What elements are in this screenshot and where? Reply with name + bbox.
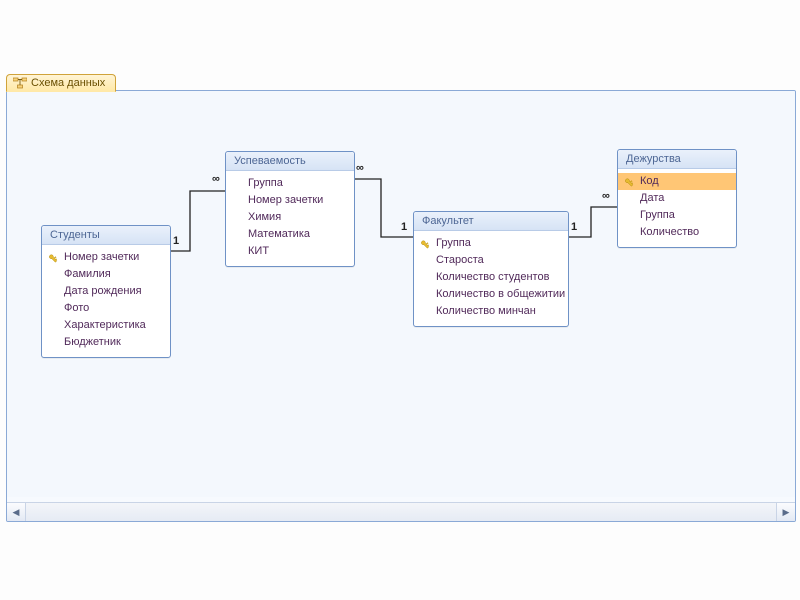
field-row[interactable]: Химия xyxy=(226,209,354,226)
tab-title: Схема данных xyxy=(31,77,105,89)
field-row[interactable]: Код xyxy=(618,173,736,190)
field-label: Количество в общежитии xyxy=(436,287,565,302)
field-label: Химия xyxy=(248,210,281,225)
field-label: Дата рождения xyxy=(64,284,142,299)
field-row[interactable]: Дата xyxy=(618,190,736,207)
primary-key-icon xyxy=(420,238,432,250)
field-row[interactable]: Дата рождения xyxy=(42,283,170,300)
field-label: Дата xyxy=(640,191,664,206)
field-row[interactable]: Характеристика xyxy=(42,317,170,334)
field-label: Группа xyxy=(640,208,675,223)
field-label: Номер зачетки xyxy=(248,193,323,208)
cardinality-many: ∞ xyxy=(602,190,610,202)
field-label: Номер зачетки xyxy=(64,250,139,265)
field-label: Количество xyxy=(640,225,699,240)
field-row[interactable]: Группа xyxy=(618,207,736,224)
field-row[interactable]: Группа xyxy=(414,235,568,252)
entity-title: Студенты xyxy=(42,226,170,245)
field-label: Код xyxy=(640,174,659,189)
field-label: Количество студентов xyxy=(436,270,549,285)
entity-faculty[interactable]: Факультет Группа Староста Количество сту… xyxy=(413,211,569,327)
scroll-left-button[interactable]: ◀ xyxy=(7,503,26,521)
field-label: Фото xyxy=(64,301,89,316)
tab-schema[interactable]: Схема данных xyxy=(6,74,116,92)
diagram-frame: 1 ∞ ∞ 1 1 ∞ Студенты Номер зачетки Фамил… xyxy=(6,90,796,522)
scroll-right-button[interactable]: ▶ xyxy=(776,503,795,521)
field-label: КИТ xyxy=(248,244,269,259)
field-row[interactable]: Староста xyxy=(414,252,568,269)
field-row[interactable]: КИТ xyxy=(226,243,354,260)
entity-title: Дежурства xyxy=(618,150,736,169)
entity-title: Факультет xyxy=(414,212,568,231)
field-label: Математика xyxy=(248,227,310,242)
primary-key-icon xyxy=(624,176,636,188)
entity-students[interactable]: Студенты Номер зачетки Фамилия Дата рожд… xyxy=(41,225,171,358)
field-row[interactable]: Количество xyxy=(618,224,736,241)
field-row[interactable]: Математика xyxy=(226,226,354,243)
cardinality-one: 1 xyxy=(173,235,179,247)
field-row[interactable]: Фамилия xyxy=(42,266,170,283)
field-label: Бюджетник xyxy=(64,335,121,350)
entity-body: Номер зачетки Фамилия Дата рождения Фото… xyxy=(42,245,170,357)
field-row[interactable]: Фото xyxy=(42,300,170,317)
cardinality-one: 1 xyxy=(571,221,577,233)
entity-progress[interactable]: Успеваемость Группа Номер зачетки Химия … xyxy=(225,151,355,267)
entity-body: Группа Староста Количество студентов Кол… xyxy=(414,231,568,326)
chevron-right-icon: ▶ xyxy=(783,507,790,518)
field-label: Группа xyxy=(436,236,471,251)
field-row[interactable]: Количество в общежитии xyxy=(414,286,568,303)
diagram-canvas[interactable]: 1 ∞ ∞ 1 1 ∞ Студенты Номер зачетки Фамил… xyxy=(7,91,795,497)
field-row[interactable]: Количество студентов xyxy=(414,269,568,286)
cardinality-one: 1 xyxy=(401,221,407,233)
field-row[interactable]: Номер зачетки xyxy=(226,192,354,209)
field-row[interactable]: Количество минчан xyxy=(414,303,568,320)
entity-duties[interactable]: Дежурства Код Дата Группа Количество xyxy=(617,149,737,248)
field-row[interactable]: Бюджетник xyxy=(42,334,170,351)
tab-bar: Схема данных xyxy=(6,72,116,91)
field-label: Фамилия xyxy=(64,267,111,282)
entity-body: Группа Номер зачетки Химия Математика КИ… xyxy=(226,171,354,266)
cardinality-many: ∞ xyxy=(356,162,364,174)
field-row[interactable]: Группа xyxy=(226,175,354,192)
horizontal-scrollbar[interactable]: ◀ ▶ xyxy=(7,502,795,521)
primary-key-icon xyxy=(48,252,60,264)
entity-body: Код Дата Группа Количество xyxy=(618,169,736,247)
field-label: Группа xyxy=(248,176,283,191)
field-label: Характеристика xyxy=(64,318,146,333)
entity-title: Успеваемость xyxy=(226,152,354,171)
field-row[interactable]: Номер зачетки xyxy=(42,249,170,266)
cardinality-many: ∞ xyxy=(212,173,220,185)
relationships-icon xyxy=(13,77,27,89)
field-label: Староста xyxy=(436,253,484,268)
field-label: Количество минчан xyxy=(436,304,536,319)
scroll-track[interactable] xyxy=(26,503,776,521)
chevron-left-icon: ◀ xyxy=(13,507,20,518)
